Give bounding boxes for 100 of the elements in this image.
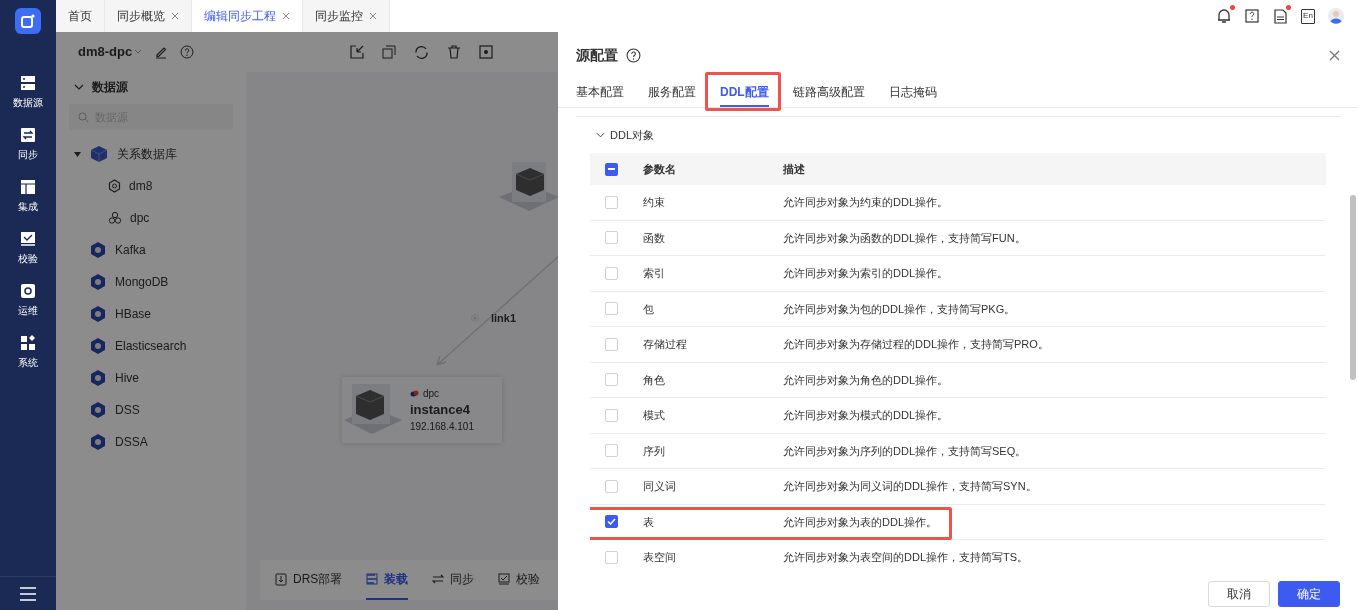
checkbox[interactable] — [605, 373, 618, 387]
table-cell-text: 允许同步对象为表的DDL操作。 — [783, 514, 937, 530]
close-icon[interactable] — [1329, 49, 1340, 61]
tree-item[interactable]: Elasticsearch — [56, 330, 246, 362]
table-row[interactable]: 同义词 允许同步对象为同义词的DDL操作，支持简写SYN。 — [590, 469, 1326, 505]
table-row[interactable]: 存储过程 允许同步对象为存储过程的DDL操作，支持简写PRO。 — [590, 327, 1326, 363]
tree-item[interactable]: dpc — [56, 202, 246, 234]
page-tab[interactable]: 首页 — [56, 0, 105, 32]
table-row[interactable]: 索引 允许同步对象为索引的DDL操作。 — [590, 256, 1326, 292]
table-cell-text: 允许同步对象为索引的DDL操作。 — [783, 266, 948, 281]
column-header: 参数名 — [643, 161, 677, 177]
config-tab[interactable]: 服务配置 — [648, 78, 696, 107]
config-tab[interactable]: 基本配置 — [576, 78, 624, 107]
table-row[interactable]: 约束 允许同步对象为约束的DDL操作。 — [590, 185, 1326, 221]
table-row[interactable]: 表 允许同步对象为表的DDL操作。 — [590, 504, 1326, 540]
bottom-tab[interactable]: 同步 — [432, 560, 475, 600]
cancel-button[interactable]: 取消 — [1208, 581, 1270, 607]
table-cell-text: 序列 — [643, 443, 666, 459]
caret-icon[interactable] — [74, 151, 81, 157]
table-cell-text: 允许同步对象为序列的DDL操作，支持简写SEQ。 — [783, 443, 1027, 459]
table-row[interactable]: 角色 允许同步对象为角色的DDL操作。 — [590, 362, 1326, 398]
table-row[interactable]: 表空间 允许同步对象为表空间的DDL操作，支持简写TS。 — [590, 540, 1326, 569]
gear-icon — [19, 282, 37, 300]
bottom-tab[interactable]: 校验 — [498, 560, 541, 600]
bottom-tab[interactable]: DRS部署 — [275, 560, 343, 600]
chevron-icon[interactable] — [74, 84, 84, 90]
avatar-icon[interactable] — [1328, 8, 1344, 24]
tree-item[interactable]: Kafka — [56, 234, 246, 266]
checkbox[interactable] — [605, 195, 618, 209]
database-icon — [89, 369, 107, 387]
checkbox[interactable] — [605, 231, 618, 245]
bell-icon[interactable] — [1217, 8, 1231, 24]
table-row[interactable]: 包 允许同步对象为包的DDL操作，支持简写PKG。 — [590, 291, 1326, 327]
tree-item[interactable]: 关系数据库 — [56, 138, 246, 170]
table-cell-text: 存储过程 — [643, 337, 688, 352]
table-cell-text: 角色 — [643, 372, 666, 388]
link-handle-icon[interactable] — [471, 314, 479, 322]
language-button[interactable]: En — [1301, 8, 1315, 24]
page-tab[interactable]: 同步概览 — [105, 0, 192, 32]
database-icon — [89, 273, 107, 291]
scrollbar[interactable] — [1350, 195, 1356, 380]
database-icon — [89, 305, 107, 323]
section-title: DDL对象 — [610, 127, 654, 143]
nav-item[interactable]: 集成 — [0, 178, 56, 214]
config-tab[interactable]: 日志掩码 — [888, 78, 937, 107]
checkbox[interactable] — [605, 444, 618, 458]
table-row[interactable]: 模式 允许同步对象为模式的DDL操作。 — [590, 398, 1326, 434]
link-label[interactable]: link1 — [491, 310, 517, 327]
cube-icon — [89, 144, 109, 164]
checkbox[interactable] — [605, 479, 618, 493]
app-logo-icon — [15, 8, 41, 34]
project-name[interactable]: dm8-dpc — [78, 42, 133, 62]
checkbox[interactable] — [605, 162, 618, 176]
table-row[interactable]: 序列 允许同步对象为序列的DDL操作，支持简写SEQ。 — [590, 433, 1326, 469]
table-cell-text: 允许同步对象为模式的DDL操作。 — [783, 408, 948, 423]
tree-item[interactable]: dm8 — [56, 170, 246, 202]
table-cell-text: 允许同步对象为存储过程的DDL操作，支持简写PRO。 — [783, 337, 1049, 352]
refresh-icon[interactable] — [414, 44, 429, 60]
config-tab[interactable]: 链路高级配置 — [792, 78, 865, 107]
import-icon[interactable] — [350, 45, 364, 59]
caret-icon[interactable] — [134, 49, 143, 55]
chevron-icon[interactable] — [596, 132, 605, 138]
confirm-button[interactable]: 确定 — [1278, 581, 1340, 607]
tree-item[interactable]: Hive — [56, 362, 246, 394]
server-icon — [19, 74, 37, 92]
tree-item[interactable]: DSSA — [56, 426, 246, 458]
tree-item[interactable]: HBase — [56, 298, 246, 330]
nav-item[interactable]: 运维 — [0, 282, 56, 318]
page-tab[interactable]: 同步监控 — [303, 0, 390, 32]
target-icon[interactable] — [479, 45, 493, 59]
tree-item[interactable]: DSS — [56, 394, 246, 426]
nav-item[interactable]: 系统 — [0, 334, 56, 370]
table-cell-text: 允许同步对象为表空间的DDL操作，支持简写TS。 — [783, 550, 1029, 565]
checkbox[interactable] — [605, 515, 618, 529]
nav-item[interactable]: 数据源 — [0, 74, 56, 110]
trash-icon[interactable] — [447, 45, 461, 59]
checkbox[interactable] — [605, 550, 618, 564]
table-cell-text: 允许同步对象为包的DDL操作，支持简写PKG。 — [783, 301, 1016, 317]
close-icon[interactable] — [282, 12, 290, 20]
list-icon — [366, 572, 379, 586]
edit-icon[interactable] — [154, 45, 169, 59]
config-tab[interactable]: DDL配置 — [720, 78, 769, 107]
checkbox[interactable] — [605, 266, 618, 280]
checkbox[interactable] — [605, 337, 618, 351]
menu-icon[interactable] — [19, 586, 37, 601]
table-row[interactable]: 函数 允许同步对象为函数的DDL操作，支持简写FUN。 — [590, 220, 1326, 256]
help-icon[interactable] — [1245, 9, 1259, 23]
checkbox[interactable] — [605, 302, 618, 316]
nav-item[interactable]: 同步 — [0, 126, 56, 162]
document-icon[interactable] — [1273, 8, 1287, 24]
close-icon[interactable] — [171, 12, 179, 20]
tree-item[interactable]: MongoDB — [56, 266, 246, 298]
instance-node[interactable]: dpc instance4 192.168.4.101 — [342, 377, 502, 443]
table-cell-text: 允许同步对象为同义词的DDL操作，支持简写SYN。 — [783, 479, 1037, 494]
nav-item[interactable]: 校验 — [0, 230, 56, 266]
checkbox[interactable] — [605, 408, 618, 422]
copy-icon[interactable] — [382, 45, 396, 59]
table-cell-text: 允许同步对象为约束的DDL操作。 — [783, 195, 948, 210]
help-icon[interactable] — [626, 47, 641, 63]
close-icon[interactable] — [369, 12, 377, 20]
